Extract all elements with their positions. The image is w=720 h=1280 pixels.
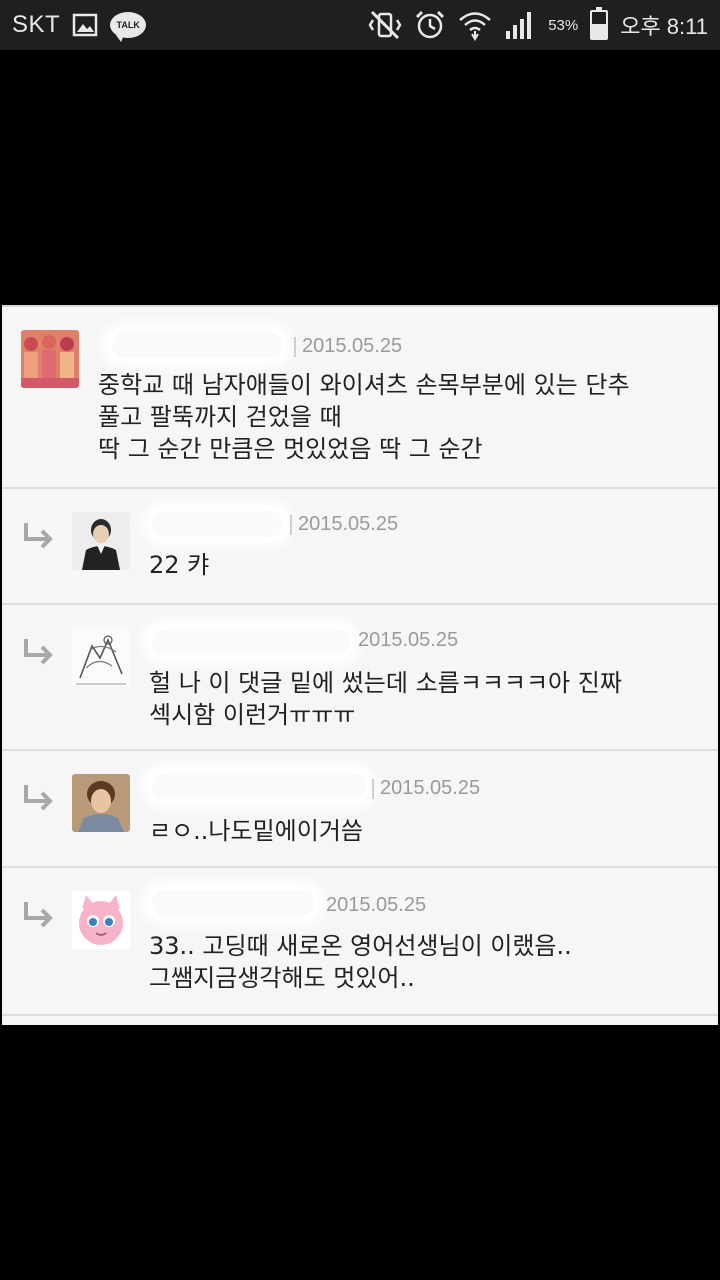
- black-area-top: [0, 50, 720, 305]
- battery-percent: 53%: [548, 16, 579, 34]
- vibrate-off-icon: [368, 10, 402, 40]
- divider: [294, 337, 296, 357]
- status-bar-left: SKT TALK: [12, 11, 147, 42]
- avatar[interactable]: [21, 330, 79, 388]
- avatar[interactable]: [72, 628, 130, 686]
- username-redacted: [152, 890, 314, 916]
- avatar[interactable]: [72, 512, 130, 570]
- comment-date: 2015.05.25: [380, 777, 481, 799]
- username-redacted: [152, 629, 350, 655]
- carrier-label: SKT: [12, 11, 61, 38]
- signal-icon: [504, 9, 536, 41]
- clock-time: 오후 8:11: [620, 14, 708, 39]
- comment-item: 2015.05.25 중학교 때 남자애들이 와이셔츠 손목부분에 있는 단추 …: [2, 307, 718, 489]
- avatar[interactable]: [72, 891, 130, 949]
- comments-panel: 2015.05.25 중학교 때 남자애들이 와이셔츠 손목부분에 있는 단추 …: [2, 305, 718, 1025]
- status-bar-right: 53% 오후 8:11: [368, 7, 708, 41]
- comment-text: 33.. 고딩때 새로온 영어선생님이 이랬음.. 그쌤지금생각해도 멋있어..: [149, 932, 572, 992]
- battery-icon: [590, 7, 609, 40]
- comment-date: 2015.05.25: [298, 513, 399, 535]
- reply-arrow-icon: [24, 902, 53, 928]
- username-redacted: [112, 332, 282, 358]
- divider: [372, 779, 374, 799]
- reply-item: 2015.05.25 ㄹㅇ..나도밑에이거씀: [2, 751, 718, 868]
- image-icon: [72, 13, 98, 37]
- alarm-icon: [414, 9, 446, 41]
- comment-text: ㄹㅇ..나도밑에이거씀: [149, 817, 363, 845]
- comment-date: 2015.05.25: [302, 335, 403, 357]
- reply-item: 2015.05.25 헐 나 이 댓글 밑에 썼는데 소름ㅋㅋㅋㅋ아 진짜 섹시…: [2, 605, 718, 751]
- status-bar: SKT TALK 53% 오후 8:11: [0, 0, 720, 50]
- reply-item: 2015.05.25 22 캬: [2, 489, 718, 605]
- username-redacted: [152, 773, 366, 799]
- reply-arrow-icon: [24, 523, 53, 549]
- reply-arrow-icon: [24, 639, 53, 665]
- divider: [290, 515, 292, 535]
- comment-text: 중학교 때 남자애들이 와이셔츠 손목부분에 있는 단추 풀고 팔뚝까지 걷었을…: [98, 371, 630, 463]
- wifi-icon: [458, 9, 492, 41]
- comment-text: 헐 나 이 댓글 밑에 썼는데 소름ㅋㅋㅋㅋ아 진짜 섹시함 이런거ㅠㅠㅠ: [149, 669, 622, 729]
- reply-item: 2015.05.25 33.. 고딩때 새로온 영어선생님이 이랬음.. 그쌤지…: [2, 868, 718, 1016]
- comment-date: 2015.05.25: [358, 629, 459, 651]
- avatar[interactable]: [72, 774, 130, 832]
- comment-text: 22 캬: [149, 551, 210, 579]
- talk-bubble-label: TALK: [110, 12, 147, 42]
- reply-arrow-icon: [24, 785, 53, 811]
- username-redacted: [152, 511, 282, 537]
- comment-date: 2015.05.25: [326, 894, 427, 916]
- kakaotalk-icon: TALK: [110, 12, 147, 42]
